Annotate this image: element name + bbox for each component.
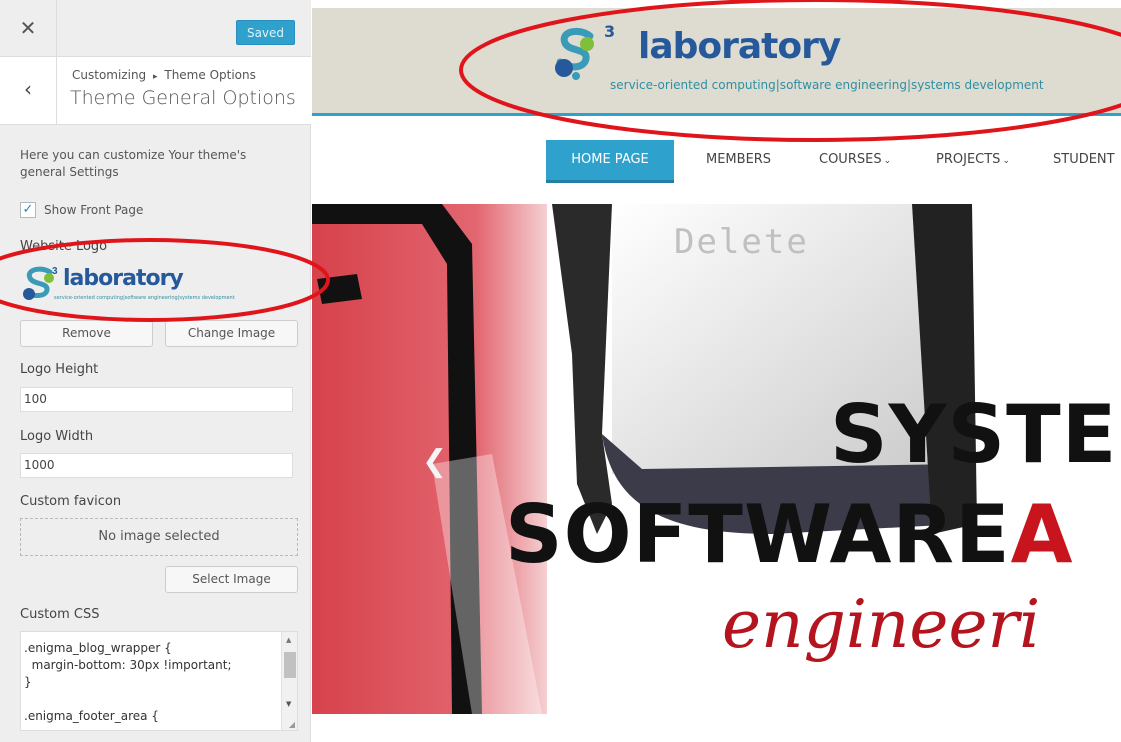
section-title: Theme General Options — [70, 87, 296, 109]
remove-logo-button[interactable]: Remove — [20, 320, 153, 347]
custom-css-title: Custom CSS — [20, 607, 100, 622]
site-logo[interactable]: 3 laboratory service-oriented computing|… — [546, 20, 1086, 100]
hero-line-2-main: SOFTWARE — [505, 488, 1011, 581]
logo-height-input[interactable]: 100 — [20, 387, 293, 412]
hero-slider: ❮ Delete SYSTE SOFTWAREA engineeri — [312, 204, 1121, 714]
slide-key-text: Delete — [674, 222, 809, 262]
website-logo-title: Website Logo — [20, 239, 108, 254]
nav-item-projects-label: PROJECTS — [936, 152, 1001, 167]
logo-superscript: 3 — [604, 22, 616, 41]
nav-item-members[interactable]: MEMBERS — [706, 140, 771, 180]
hero-line-2-accent: A — [1010, 488, 1074, 581]
nav-item-projects[interactable]: PROJECTS ⌄ — [936, 140, 1010, 180]
website-logo-preview: 3 laboratory service-oriented computing|… — [20, 262, 290, 308]
favicon-placeholder[interactable]: No image selected — [20, 518, 298, 556]
screenshot-root: ✕ Saved ‹ Customizing ▸ Theme Options Th… — [0, 0, 1121, 742]
scrollbar-thumb[interactable] — [284, 652, 296, 678]
customizer-panel: ✕ Saved ‹ Customizing ▸ Theme Options Th… — [0, 0, 311, 742]
resize-handle-icon[interactable]: ◢ — [289, 720, 295, 729]
customizer-topbar: ✕ Saved — [0, 0, 311, 57]
hero-heading-line-2: SOFTWAREA — [505, 488, 1074, 581]
section-header: ‹ Customizing ▸ Theme Options Theme Gene… — [0, 57, 311, 125]
logo-thumb-word: laboratory — [63, 266, 184, 291]
scroll-down-icon[interactable]: ▼ — [286, 700, 291, 708]
section-description: Here you can customize Your theme's gene… — [20, 148, 247, 179]
custom-css-scrollbar[interactable]: ▲ ▼ — [281, 632, 297, 730]
show-front-page-checkbox[interactable]: ✓ — [20, 202, 36, 218]
close-button[interactable]: ✕ — [0, 0, 57, 57]
scroll-up-icon[interactable]: ▲ — [286, 636, 291, 644]
chevron-left-icon: ‹ — [24, 77, 32, 101]
logo-width-title: Logo Width — [20, 429, 94, 444]
nav-item-courses-label: COURSES — [819, 152, 882, 167]
custom-css-content: .enigma_blog_wrapper { margin-bottom: 30… — [24, 641, 232, 723]
select-image-button[interactable]: Select Image — [165, 566, 298, 593]
breadcrumb-separator: ▸ — [153, 72, 158, 82]
logo-word: laboratory — [638, 26, 841, 67]
breadcrumb-parent: Customizing — [72, 68, 147, 82]
show-front-page-label: Show Front Page — [44, 203, 144, 217]
breadcrumb: Customizing ▸ Theme Options — [72, 68, 256, 82]
hero-heading-line-1: SYSTE — [830, 388, 1118, 481]
s3-logo-mark-icon — [555, 27, 594, 80]
nav-item-home-page[interactable]: HOME PAGE — [546, 140, 674, 180]
main-nav: HOME PAGE MEMBERS COURSES ⌄ PROJECTS ⌄ STU… — [312, 140, 1121, 180]
logo-width-input[interactable]: 1000 — [20, 453, 293, 478]
chevron-left-icon: ❮ — [422, 444, 448, 479]
logo-tagline: service-oriented computing|software engi… — [610, 78, 1044, 92]
back-button[interactable]: ‹ — [0, 57, 57, 125]
svg-text:3: 3 — [52, 266, 58, 277]
custom-css-textarea[interactable]: .enigma_blog_wrapper { margin-bottom: 30… — [20, 631, 298, 731]
slider-prev-arrow[interactable]: ❮ — [422, 444, 447, 479]
nav-item-student[interactable]: STUDENT — [1053, 140, 1115, 180]
logo-height-title: Logo Height — [20, 362, 99, 377]
change-image-button[interactable]: Change Image — [165, 320, 298, 347]
custom-favicon-title: Custom favicon — [20, 494, 122, 509]
breadcrumb-child: Theme Options — [164, 68, 256, 82]
saved-button[interactable]: Saved — [236, 20, 295, 45]
close-icon: ✕ — [19, 16, 37, 40]
logo-thumb-tagline: service-oriented computing|software engi… — [54, 295, 235, 301]
nav-item-courses[interactable]: COURSES ⌄ — [819, 140, 891, 180]
chevron-down-icon: ⌄ — [883, 156, 892, 166]
hero-heading-line-3: engineeri — [722, 586, 1041, 663]
site-header: 3 laboratory service-oriented computing|… — [312, 8, 1121, 116]
chevron-down-icon: ⌄ — [1002, 156, 1010, 166]
site-preview: 3 laboratory service-oriented computing|… — [312, 0, 1121, 742]
